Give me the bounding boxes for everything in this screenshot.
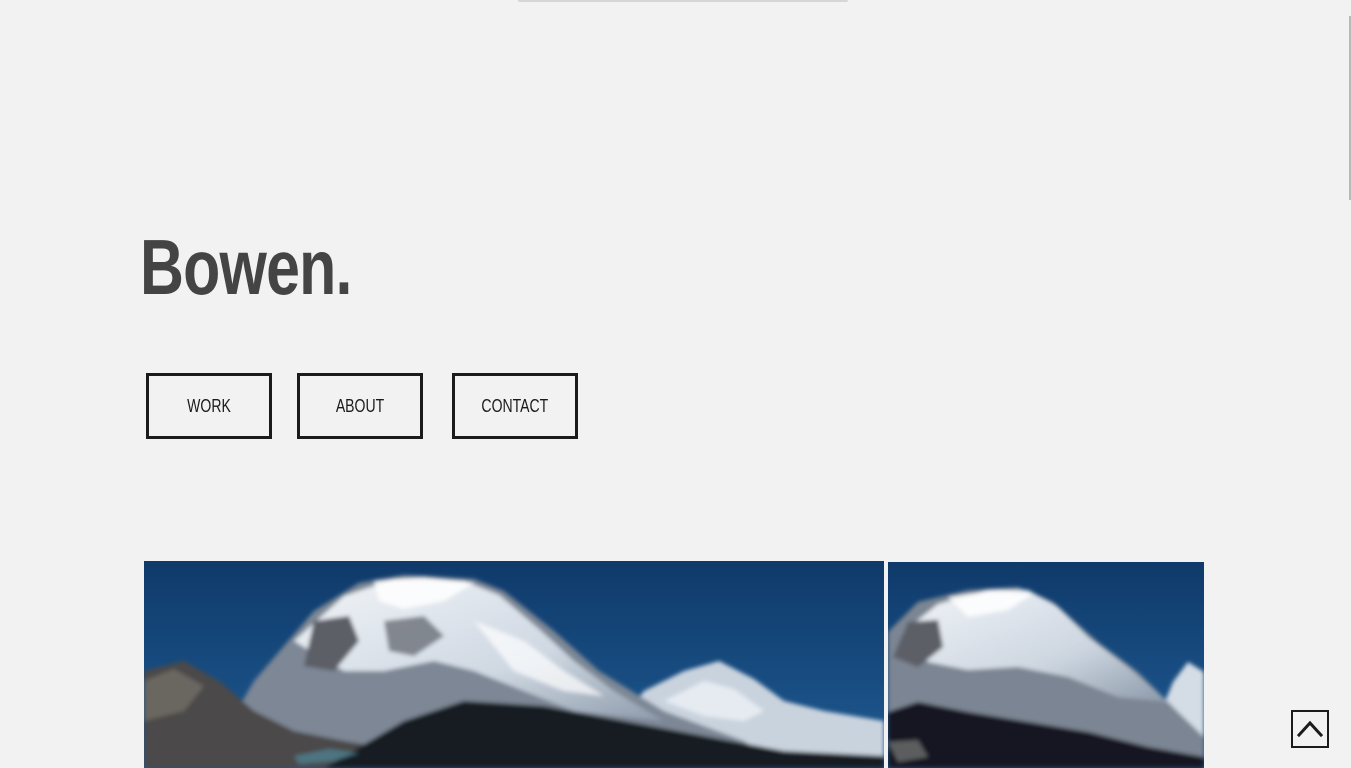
about-button-label: ABOUT bbox=[335, 395, 385, 416]
mountain-photo bbox=[144, 561, 884, 768]
gallery-image-side[interactable] bbox=[888, 562, 1204, 768]
back-to-top-button[interactable] bbox=[1291, 710, 1329, 748]
about-button[interactable]: ABOUT bbox=[297, 373, 423, 439]
page: Bowen. WORK ABOUT CONTACT bbox=[0, 0, 1351, 768]
contact-button[interactable]: CONTACT bbox=[452, 373, 578, 439]
mountain-photo bbox=[888, 562, 1204, 768]
gallery-image-main[interactable] bbox=[144, 561, 884, 768]
chevron-up-icon bbox=[1296, 720, 1324, 738]
contact-button-label: CONTACT bbox=[481, 395, 549, 416]
work-button-label: WORK bbox=[187, 395, 231, 416]
work-button[interactable]: WORK bbox=[146, 373, 272, 439]
top-bar-edge bbox=[518, 0, 848, 2]
site-title: Bowen. bbox=[140, 223, 352, 311]
